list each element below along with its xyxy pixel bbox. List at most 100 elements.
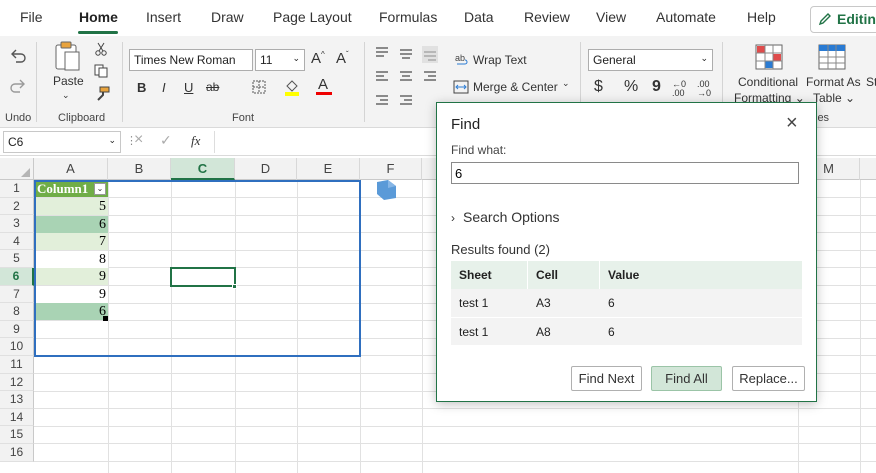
tab-formulas[interactable]: Formulas xyxy=(379,9,437,25)
find-dialog: Find × Find what: › Search Options Result… xyxy=(436,102,817,402)
paste-chevron-icon[interactable]: ⌄ xyxy=(62,90,70,101)
results-table-header: Sheet Cell Value xyxy=(451,261,802,347)
tab-data[interactable]: Data xyxy=(464,9,494,25)
undo-icon[interactable] xyxy=(8,48,28,64)
borders-icon[interactable] xyxy=(252,80,266,94)
find-next-button[interactable]: Find Next xyxy=(571,366,642,391)
tab-automate[interactable]: Automate xyxy=(656,9,716,25)
merge-center-icon[interactable] xyxy=(453,80,469,94)
row-header[interactable]: 9 xyxy=(0,320,34,339)
tab-draw[interactable]: Draw xyxy=(211,9,244,25)
undo-group-label: Undo xyxy=(5,112,32,124)
column-header-f[interactable]: F xyxy=(360,158,422,180)
column-header-d[interactable]: D xyxy=(235,158,297,180)
column-header-e[interactable]: E xyxy=(297,158,360,180)
results-table-row[interactable]: test 1 A3 6 xyxy=(451,289,802,317)
wrap-text-button[interactable]: Wrap Text xyxy=(473,53,527,67)
enter-icon[interactable]: ✓ xyxy=(160,132,172,149)
close-icon[interactable]: × xyxy=(786,112,798,135)
search-options-toggle[interactable]: › Search Options xyxy=(451,209,560,225)
row-header[interactable]: 1 xyxy=(0,180,34,198)
cancel-icon[interactable]: × xyxy=(134,131,143,149)
currency-button[interactable]: $ xyxy=(594,78,603,96)
chevron-down-icon[interactable]: ⌄ xyxy=(562,78,570,89)
cut-icon[interactable] xyxy=(94,42,108,56)
tab-insert[interactable]: Insert xyxy=(146,9,181,25)
tab-view[interactable]: View xyxy=(596,9,626,25)
row-header[interactable]: 11 xyxy=(0,356,34,374)
merge-center-button[interactable]: Merge & Center xyxy=(473,80,558,94)
font-color-icon[interactable]: A xyxy=(318,76,328,93)
paste-icon[interactable] xyxy=(53,40,81,72)
strikethrough-button[interactable]: ab xyxy=(206,80,219,94)
fill-handle[interactable] xyxy=(232,284,237,289)
find-what-input[interactable] xyxy=(451,162,799,184)
name-box[interactable]: C6 ⌄ xyxy=(3,131,121,153)
row-header[interactable]: 4 xyxy=(0,232,34,251)
row-header[interactable]: 15 xyxy=(0,426,34,444)
row-header[interactable]: 16 xyxy=(0,444,34,462)
pencil-icon xyxy=(818,13,831,26)
paste-label[interactable]: Paste xyxy=(53,74,84,88)
column-header-b[interactable]: B xyxy=(108,158,171,180)
result-cell: A3 xyxy=(536,296,551,310)
tab-help[interactable]: Help xyxy=(747,9,776,25)
column-header-a[interactable]: A xyxy=(34,158,108,180)
row-header-selected[interactable]: 6 xyxy=(0,268,34,286)
redo-icon[interactable] xyxy=(8,78,28,94)
row-header[interactable]: 8 xyxy=(0,303,34,321)
editing-mode-button[interactable]: Editing xyxy=(810,6,876,33)
underline-button[interactable]: U xyxy=(184,80,193,95)
percent-button[interactable]: % xyxy=(624,78,638,96)
increase-decimal-button[interactable]: ←0.00 xyxy=(672,80,686,98)
row-header[interactable]: 3 xyxy=(0,215,34,233)
find-all-button[interactable]: Find All xyxy=(651,366,722,391)
row-header[interactable]: 10 xyxy=(0,338,34,356)
row-header[interactable]: 13 xyxy=(0,391,34,409)
copy-icon[interactable] xyxy=(94,64,108,78)
font-size-select[interactable]: 11 ⌄ xyxy=(255,49,305,71)
format-as-table-label-2[interactable]: Table ⌄ xyxy=(813,91,855,105)
decrease-decimal-button[interactable]: .00 →0 xyxy=(697,80,711,98)
tab-file[interactable]: File xyxy=(20,9,43,25)
results-found-label: Results found (2) xyxy=(451,242,550,257)
ribbon-separator xyxy=(364,42,365,122)
row-header[interactable]: 7 xyxy=(0,285,34,304)
quick-analysis-shape-icon[interactable] xyxy=(374,178,400,202)
conditional-formatting-icon[interactable] xyxy=(755,44,783,70)
tab-page-layout[interactable]: Page Layout xyxy=(273,9,352,25)
italic-button[interactable]: I xyxy=(162,80,166,95)
font-name-select[interactable]: Times New Roman xyxy=(129,49,253,71)
bold-button[interactable]: B xyxy=(137,80,146,95)
number-format-select[interactable]: General ⌄ xyxy=(588,49,713,71)
search-options-label: Search Options xyxy=(463,209,560,225)
increase-font-icon[interactable]: A^ xyxy=(311,50,325,67)
formula-input[interactable] xyxy=(220,134,420,152)
format-painter-icon[interactable] xyxy=(94,86,110,102)
row-header[interactable]: 12 xyxy=(0,373,34,392)
fill-color-icon[interactable] xyxy=(284,78,300,96)
row-header[interactable]: 2 xyxy=(0,197,34,216)
font-group-label: Font xyxy=(232,112,255,124)
format-as-table-label[interactable]: Format As xyxy=(806,75,861,89)
tab-home[interactable]: Home xyxy=(79,9,118,25)
active-cell-c6[interactable] xyxy=(170,267,236,287)
insert-function-button[interactable]: fx xyxy=(191,133,200,149)
replace-button[interactable]: Replace... xyxy=(732,366,805,391)
select-all-corner[interactable] xyxy=(0,158,34,180)
column-header-g[interactable] xyxy=(422,158,436,180)
column-header-c[interactable]: C xyxy=(171,158,235,180)
cell-styles-label[interactable]: St xyxy=(866,75,876,89)
row-header[interactable]: 5 xyxy=(0,250,34,268)
row-header[interactable]: 14 xyxy=(0,408,34,427)
decrease-font-icon[interactable]: Aˇ xyxy=(336,50,349,67)
comma-style-button[interactable]: 9 xyxy=(652,78,661,96)
styles-group-label: les xyxy=(815,112,830,124)
alignment-buttons-icon[interactable] xyxy=(374,44,440,110)
wrap-text-icon[interactable]: ab xyxy=(455,52,469,66)
tab-review[interactable]: Review xyxy=(524,9,570,25)
results-table-row[interactable]: test 1 A8 6 xyxy=(451,317,802,345)
ribbon-separator xyxy=(122,42,123,122)
conditional-formatting-label[interactable]: Conditional xyxy=(738,75,798,89)
format-as-table-icon[interactable] xyxy=(818,44,846,70)
